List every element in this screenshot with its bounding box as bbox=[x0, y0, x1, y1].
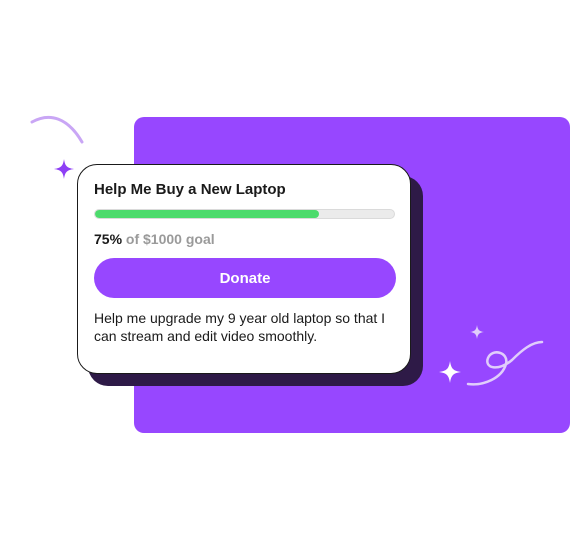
swirl-icon bbox=[466, 340, 544, 386]
sparkle-icon bbox=[54, 159, 74, 179]
progress-percent: 75% bbox=[94, 231, 123, 247]
campaign-card: Help Me Buy a New Laptop 75% of $1000 go… bbox=[77, 164, 411, 374]
progress-bar bbox=[94, 209, 395, 219]
sparkle-white-icon bbox=[439, 361, 461, 383]
campaign-title: Help Me Buy a New Laptop bbox=[94, 181, 286, 198]
progress-bar-fill bbox=[95, 210, 320, 218]
campaign-description: Help me upgrade my 9 year old laptop so … bbox=[94, 310, 386, 344]
arc-decoration-icon bbox=[30, 115, 84, 144]
donate-button[interactable]: Donate bbox=[94, 258, 396, 298]
progress-summary: 75% of $1000 goal bbox=[94, 231, 215, 247]
goal-label: of $1000 goal bbox=[125, 231, 215, 247]
